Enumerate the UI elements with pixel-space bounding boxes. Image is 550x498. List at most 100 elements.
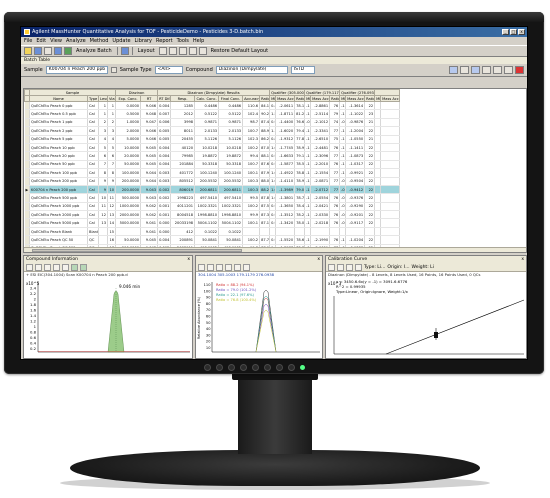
cell-r6[interactable]: -1.2004 (345, 126, 366, 136)
cell-r6[interactable]: -0.9376 (345, 193, 366, 203)
cell-r2[interactable]: -1.4400 (275, 118, 296, 128)
origin-dropdown[interactable]: Origin: I... (387, 265, 409, 270)
cell-name[interactable]: QuEChEtu Peach 2 ppb (29, 126, 88, 136)
cell-r4[interactable]: -2.1554 (310, 168, 331, 178)
cell-r7[interactable]: 22 (364, 202, 376, 212)
istd-dropdown[interactable]: ISTD (290, 66, 315, 74)
next-sample-icon[interactable] (110, 67, 117, 73)
layout-split-icon[interactable] (188, 47, 197, 55)
calibration-plot[interactable]: x10^3y = 3450.6.6x(y = -1) = 3091.6.6776… (326, 278, 526, 358)
cell-final[interactable]: 0.9871 (218, 118, 244, 128)
cell-r2[interactable]: -1.8711 (275, 109, 296, 119)
cell-exp[interactable]: 0.5000 (115, 109, 142, 119)
cell-r2[interactable]: -1.3512 (275, 210, 296, 220)
cell-r6[interactable]: -0.9876 (345, 118, 366, 128)
print-icon[interactable] (44, 47, 52, 55)
cell-r4[interactable]: -2.0871 (310, 177, 331, 186)
sample-type-dropdown[interactable]: <All> (154, 66, 183, 74)
cell-vial[interactable]: 7 (107, 160, 117, 170)
cell-r2[interactable]: -1.3420 (275, 218, 296, 228)
cell-vial[interactable]: 3 (107, 126, 117, 136)
cell-acc[interactable]: 100.2 (242, 143, 261, 153)
menu-item-view[interactable]: View (50, 38, 62, 44)
batch-table-tab[interactable]: Batch Table (21, 57, 527, 64)
cell-vial[interactable]: 2 (107, 118, 117, 128)
cell-r2[interactable]: -1.4110 (275, 177, 296, 186)
cell-r3[interactable]: 78.7 (294, 193, 306, 203)
cell-final[interactable]: 10.0218 (218, 143, 244, 153)
cell-empty[interactable] (380, 235, 401, 245)
cell-acc[interactable]: 100.2 (242, 202, 261, 212)
cell-r4[interactable]: -2.6510 (310, 135, 331, 144)
cell-calc[interactable]: 0.1022 (194, 227, 220, 237)
layout-button[interactable]: Layout (136, 48, 157, 54)
cell-r6[interactable]: -1.0204 (345, 235, 366, 245)
cell-r2[interactable]: -1.3650 (275, 202, 296, 212)
cell-r3[interactable]: 79.1 (294, 151, 306, 161)
cell-r1[interactable]: 87.7 (259, 235, 271, 245)
cell-level[interactable]: 9 (98, 185, 108, 195)
cell-empty[interactable] (380, 168, 401, 178)
cell-rtd[interactable]: 0.004 (157, 160, 172, 170)
cell-final[interactable]: 50.3318 (218, 160, 244, 170)
cell-r1[interactable]: 88.9 (259, 126, 271, 136)
layout-grid-icon[interactable] (158, 47, 167, 55)
cell-rt[interactable]: 9.043 (140, 185, 159, 195)
analyze-batch-button[interactable]: Analyze Batch (74, 48, 114, 54)
cell-type[interactable]: Blank (87, 227, 99, 237)
cell-calc[interactable]: 10.0218 (194, 143, 220, 153)
cell-type[interactable]: QC (87, 235, 99, 245)
cell-r3[interactable]: 77.8 (294, 135, 306, 144)
cell-r6[interactable]: -1.0317 (345, 160, 366, 170)
cell-r6[interactable]: -1.1022 (345, 109, 366, 119)
cell-r1[interactable]: 88.2 (259, 185, 271, 195)
menu-item-report[interactable]: Report (156, 38, 173, 44)
cell-vial[interactable]: 1 (107, 109, 117, 119)
cell-type[interactable]: Cal (87, 160, 99, 170)
cell-r1[interactable]: 87.3 (259, 210, 271, 220)
cell-name[interactable]: QuEChEtu Peach QC 50 (29, 235, 88, 245)
cell-level[interactable] (98, 227, 108, 237)
cell-rt[interactable]: 9.045 (140, 235, 159, 245)
cell-r1[interactable]: 87.0 (259, 143, 271, 153)
cell-acc[interactable]: 98.7 (242, 118, 261, 128)
cell-r5[interactable]: 75 (329, 135, 341, 144)
cell-r5[interactable]: 76 (329, 235, 341, 245)
cell-r3[interactable] (294, 227, 306, 237)
cell-r3[interactable]: 78.2 (294, 210, 306, 220)
cell-r6[interactable]: -0.9117 (345, 218, 366, 228)
cell-r2[interactable]: -1.9312 (275, 135, 296, 144)
cell-level[interactable]: 13 (98, 218, 108, 228)
cell-r5[interactable]: 77 (329, 185, 341, 195)
cell-acc[interactable]: 100.3 (242, 177, 261, 186)
cell-r3[interactable]: 81.2 (294, 109, 306, 119)
cell-calc[interactable]: 1998.8810 (194, 210, 220, 220)
cell-rtd[interactable]: 0.006 (157, 118, 172, 128)
cell-final[interactable]: 100.1240 (218, 168, 244, 178)
cell-r5[interactable]: 76 (329, 202, 341, 212)
cell-name[interactable]: QuEChEtu Peach 0.5 ppb (29, 109, 88, 119)
view-sample-icon[interactable] (471, 66, 480, 74)
cell-acc[interactable]: 100.2 (242, 235, 261, 245)
cell-r7[interactable]: 22 (364, 210, 376, 220)
cell-r5[interactable]: 74 (329, 118, 341, 128)
cell-rtd[interactable]: 0.005 (157, 135, 172, 144)
cell-exp[interactable]: 50.0000 (115, 235, 142, 245)
cell-r7[interactable]: 23 (364, 109, 376, 119)
cell-rtd[interactable]: 0.004 (157, 151, 172, 161)
cell-r4[interactable]: -2.0712 (310, 185, 331, 195)
cell-level[interactable]: 10 (98, 193, 108, 203)
menu-item-update[interactable]: Update (112, 38, 130, 44)
cell-r1[interactable]: 88.1 (259, 151, 271, 161)
cell-calc[interactable]: 50.3318 (194, 160, 220, 170)
cell-r7[interactable]: 22 (364, 126, 376, 136)
monitor-button[interactable] (288, 364, 295, 371)
cell-empty[interactable] (380, 202, 401, 212)
cell-r3[interactable]: 78.1 (294, 101, 306, 111)
cell-type[interactable]: Cal (87, 118, 99, 128)
cell-r5[interactable]: 79 (329, 109, 341, 119)
view-table-icon[interactable] (449, 66, 458, 74)
cell-final[interactable]: 1998.8810 (218, 210, 244, 220)
cell-level[interactable] (98, 235, 108, 245)
cell-vial[interactable]: 12 (107, 202, 117, 212)
